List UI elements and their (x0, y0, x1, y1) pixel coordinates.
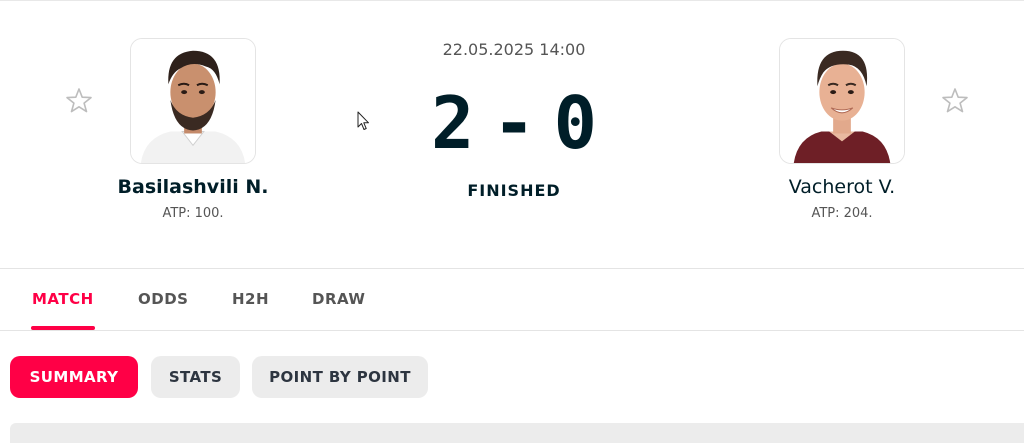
away-player-rank: ATP: 204. (811, 206, 873, 221)
home-favorite-star-icon[interactable] (64, 86, 94, 116)
subtab-point-by-point[interactable]: POINT BY POINT (252, 356, 428, 398)
away-favorite-star-icon[interactable] (940, 86, 970, 116)
tab-match[interactable]: MATCH (32, 290, 94, 308)
match-score: 2 - 0 (380, 78, 648, 168)
subtab-stats[interactable]: STATS (151, 356, 240, 398)
match-status: FINISHED (467, 181, 561, 200)
tab-h2h[interactable]: H2H (232, 290, 269, 308)
header-divider (0, 268, 1024, 269)
match-datetime: 22.05.2025 14:00 (442, 40, 586, 59)
subtab-summary[interactable]: SUMMARY (10, 356, 138, 398)
score-separator: - (492, 81, 536, 165)
tab-odds[interactable]: ODDS (138, 290, 188, 308)
home-score: 2 (430, 81, 475, 165)
home-player-photo[interactable] (130, 38, 256, 164)
away-player-avatar (780, 39, 904, 163)
home-player-avatar (131, 39, 255, 163)
top-divider (0, 0, 1024, 1)
mouse-cursor-icon (357, 111, 369, 130)
away-player-photo[interactable] (779, 38, 905, 164)
home-player-name[interactable]: Basilashvili N. (63, 176, 323, 198)
tabs-divider (0, 330, 1024, 331)
away-player-name[interactable]: Vacherot V. (712, 176, 972, 198)
home-player-rank: ATP: 100. (162, 206, 224, 221)
tab-draw[interactable]: DRAW (312, 290, 365, 308)
away-score: 0 (553, 81, 598, 165)
section-header-bar (10, 423, 1024, 443)
